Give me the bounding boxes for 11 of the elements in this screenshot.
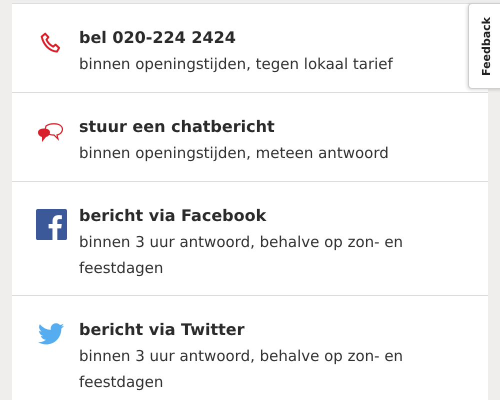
option-description: binnen 3 uur antwoord, behalve op zon- en feestdagen <box>79 346 404 393</box>
option-title[interactable]: stuur een chatbericht <box>79 116 275 138</box>
option-description: binnen openingstijden, meteen antwoord <box>79 143 390 164</box>
facebook-icon <box>36 209 66 240</box>
option-description: binnen 3 uur antwoord, behalve op zon- en feestdagen <box>79 232 404 279</box>
option-description: binnen openingstijden, tegen lokaal tarief <box>79 54 394 75</box>
bird-icon <box>38 323 64 345</box>
feedback-tab[interactable]: Feedback <box>468 3 500 89</box>
option-title[interactable]: bericht via Facebook <box>79 205 266 227</box>
option-title[interactable]: bel 020-224 2424 <box>79 27 236 49</box>
option-title[interactable]: bericht via Twitter <box>79 319 245 341</box>
